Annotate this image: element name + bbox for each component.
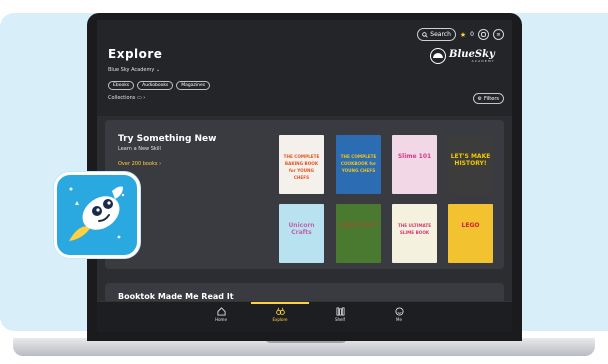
menu-icon[interactable]: ≡ — [493, 29, 504, 40]
star-icon: ★ — [459, 30, 467, 39]
filters-label: Filters — [484, 95, 499, 102]
collections-link[interactable]: Collections ▭ › — [108, 95, 145, 101]
book-title-1: THE COMPLETE COOKBOOK for YOUNG CHEFS — [340, 154, 377, 173]
search-icon — [422, 31, 428, 38]
chevron-down-icon: ⌄ — [155, 67, 161, 73]
explore-header: Search ★ 0 ≡ Explore Blue Sky Academy ⌄ … — [97, 20, 512, 116]
book-title-7: LEGO — [461, 222, 480, 229]
search-label: Search — [430, 31, 451, 38]
book-title-6: THE ULTIMATE SLIME BOOK — [397, 223, 432, 235]
shelf-icon — [335, 307, 345, 316]
collections-icon: ▭ — [136, 95, 142, 101]
book-title-0: THE COMPLETE BAKING BOOK for YOUNG CHEFS — [283, 154, 320, 180]
book-cover-5[interactable]: MINECRAFT — [336, 204, 381, 263]
featured-count: Over 200 books — [118, 161, 158, 167]
rocket-mascot-icon — [69, 186, 125, 241]
bottom-tab-bar: Home Explore Shelf Me — [97, 301, 512, 332]
book-cover-1[interactable]: THE COMPLETE COOKBOOK for YOUNG CHEFS — [336, 135, 381, 194]
library-logo: BlueSky ACADEMY — [430, 48, 495, 64]
tab-me-label: Me — [396, 317, 402, 322]
book-cover-0[interactable]: THE COMPLETE BAKING BOOK for YOUNG CHEFS — [279, 135, 324, 194]
book-title-5: MINECRAFT — [338, 222, 379, 229]
book-title-3: LET'S MAKE HISTORY! — [450, 153, 491, 167]
featured-subtitle: Learn a New Skill — [118, 146, 161, 152]
featured-title: Try Something New — [118, 134, 217, 144]
search-button[interactable]: Search — [417, 28, 456, 41]
book-title-4: Unicorn Crafts — [288, 222, 315, 236]
logo-name: BlueSky — [449, 48, 495, 60]
home-icon — [216, 307, 226, 316]
tab-shelf[interactable]: Shelf — [326, 307, 354, 322]
book-title-2: Slime 101 — [397, 153, 432, 160]
sora-app-icon — [54, 172, 140, 258]
filter-audiobooks[interactable]: Audiobooks — [137, 81, 174, 90]
profile-icon — [394, 307, 404, 316]
collections-label: Collections — [108, 95, 136, 101]
notifications-glyph — [481, 32, 486, 37]
app-screen: Search ★ 0 ≡ Explore Blue Sky Academy ⌄ … — [97, 20, 512, 332]
chevron-right-icon: › — [143, 95, 146, 101]
tab-home-label: Home — [215, 317, 227, 322]
notifications-icon[interactable] — [478, 29, 489, 40]
top-actions: Search ★ 0 ≡ — [417, 28, 504, 41]
book-cover-2[interactable]: Slime 101 — [392, 135, 437, 194]
filters-icon: ⚙ — [477, 95, 482, 102]
format-filter-group: Ebooks Audiobooks Magazines — [108, 81, 211, 90]
tab-explore[interactable]: Explore — [266, 307, 294, 322]
filter-magazines[interactable]: Magazines — [176, 81, 211, 90]
logo-emblem — [430, 48, 446, 64]
book-cover-3[interactable]: LET'S MAKE HISTORY! — [448, 135, 493, 194]
tab-me[interactable]: Me — [385, 307, 413, 322]
filter-ebooks[interactable]: Ebooks — [108, 81, 135, 90]
featured-collection-card[interactable]: Try Something New Learn a New Skill Over… — [105, 120, 504, 269]
library-name: Blue Sky Academy — [108, 67, 155, 73]
active-tab-indicator — [251, 302, 309, 304]
booktok-title: Booktok Made Me Read It — [118, 292, 234, 301]
library-selector[interactable]: Blue Sky Academy ⌄ — [108, 67, 160, 73]
book-cover-7[interactable]: LEGO — [448, 204, 493, 263]
book-cover-4[interactable]: Unicorn Crafts — [279, 204, 324, 263]
star-count: 0 — [470, 31, 474, 38]
tab-explore-label: Explore — [272, 317, 288, 322]
book-cover-6[interactable]: THE ULTIMATE SLIME BOOK — [392, 204, 437, 263]
featured-count-link[interactable]: Over 200 books › — [118, 161, 161, 167]
tab-home[interactable]: Home — [207, 307, 235, 322]
filters-button[interactable]: ⚙ Filters — [472, 93, 504, 104]
page-title: Explore — [108, 47, 163, 61]
explore-icon — [275, 307, 285, 315]
tab-shelf-label: Shelf — [334, 317, 346, 322]
